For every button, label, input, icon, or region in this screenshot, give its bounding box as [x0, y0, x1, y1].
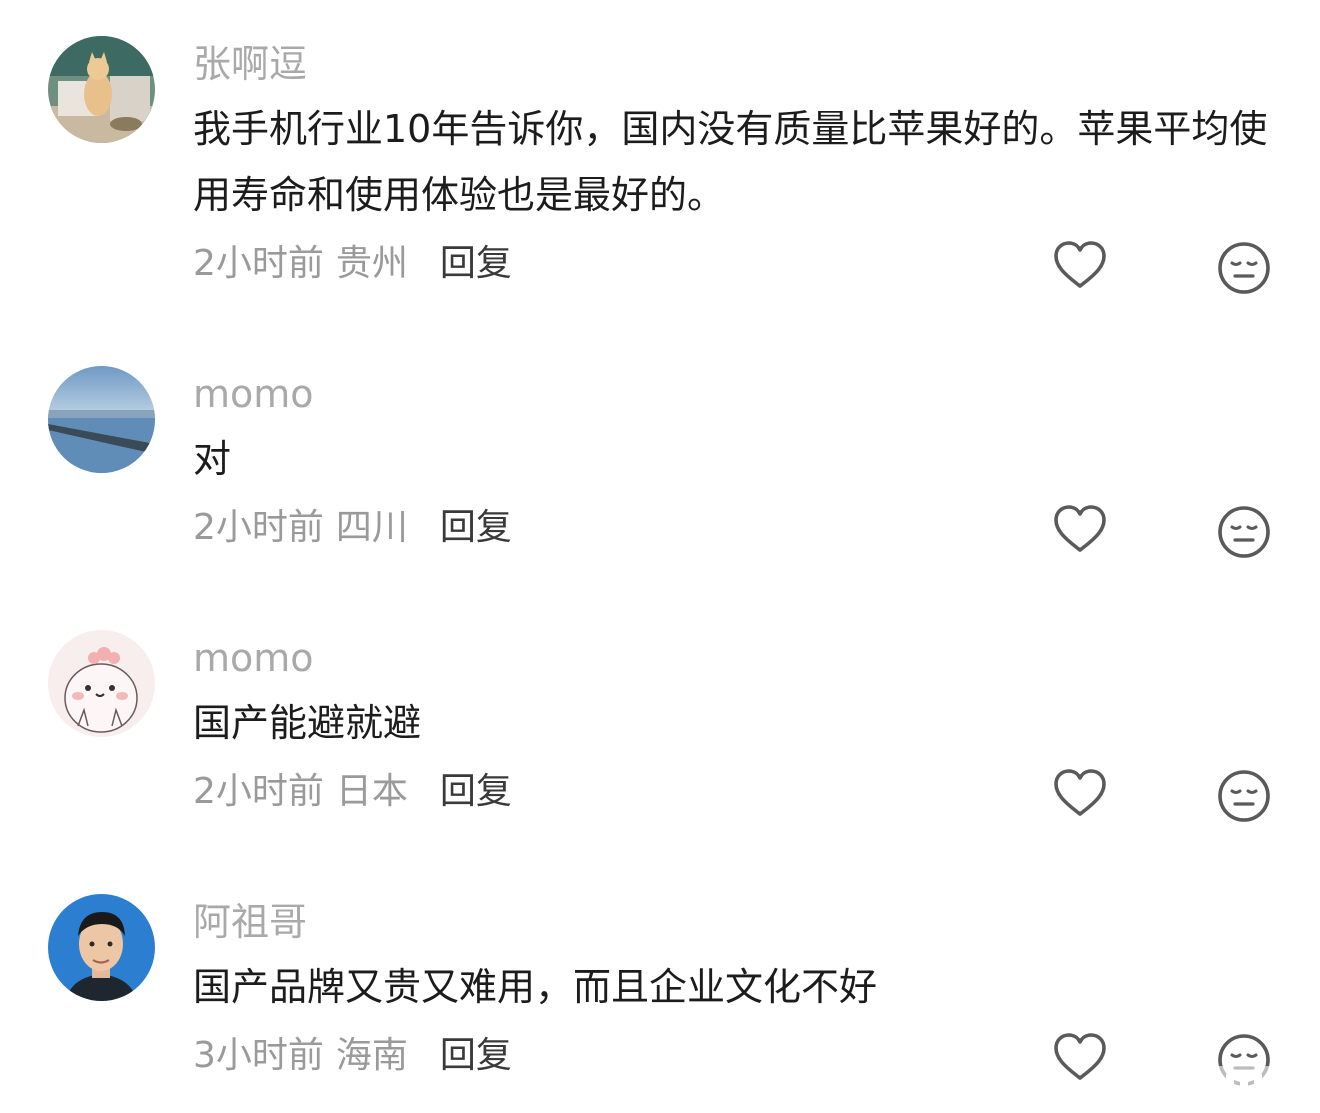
reply-button[interactable]: 回复 [440, 771, 512, 812]
comment-location: 日本 [335, 771, 408, 812]
comment-meta: 2小时前 日本 回复 [193, 769, 512, 815]
comment-meta: 2小时前 四川 回复 [193, 505, 512, 551]
avatar[interactable] [48, 630, 155, 737]
avatar[interactable] [48, 36, 155, 143]
avatar[interactable] [48, 894, 155, 1001]
comment-location: 贵州 [335, 243, 408, 284]
comment-text: 国产品牌又贵又难用，而且企业文化不好 [193, 965, 878, 1009]
heart-icon[interactable] [1052, 766, 1108, 822]
comment-time: 2小时前 [193, 507, 324, 548]
reply-button[interactable]: 回复 [440, 243, 512, 284]
heart-icon[interactable] [1052, 1030, 1108, 1086]
neutral-face-icon[interactable] [1216, 240, 1272, 296]
comment-meta: 2小时前 贵州 回复 [193, 241, 512, 287]
comment-text: 对 [193, 437, 232, 481]
neutral-face-icon[interactable] [1216, 504, 1272, 560]
comment-time: 2小时前 [193, 243, 324, 284]
comment-time: 2小时前 [193, 771, 324, 812]
username[interactable]: 阿祖哥 [193, 898, 307, 946]
comment-text: 我手机行业10年告诉你，国内没有质量比苹果好的。苹果平均使用寿命和使用体验也是最… [193, 107, 1268, 217]
avatar[interactable] [48, 366, 155, 473]
reply-button[interactable]: 回复 [440, 1035, 512, 1076]
username[interactable]: momo [193, 634, 314, 682]
comment-time: 3小时前 [193, 1035, 324, 1076]
comment-meta: 3小时前 海南 回复 [193, 1033, 512, 1079]
comment-location: 四川 [335, 507, 408, 548]
reply-button[interactable]: 回复 [440, 507, 512, 548]
heart-icon[interactable] [1052, 502, 1108, 558]
comment-location: 海南 [335, 1035, 408, 1076]
comment-text: 国产能避就避 [193, 701, 422, 745]
username[interactable]: 张啊逗 [193, 40, 307, 88]
watermark [1128, 1066, 1314, 1102]
username[interactable]: momo [193, 370, 314, 418]
neutral-face-icon[interactable] [1216, 768, 1272, 824]
heart-icon[interactable] [1052, 238, 1108, 294]
